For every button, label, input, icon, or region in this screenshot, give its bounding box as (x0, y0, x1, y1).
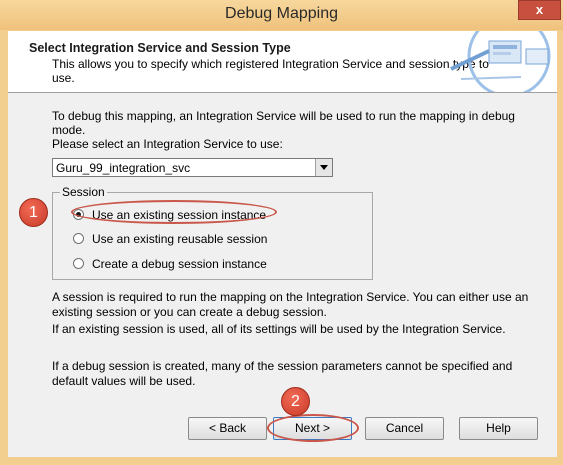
note-debug-session: If a debug session is created, many of t… (52, 359, 513, 388)
window-title: Debug Mapping (225, 5, 338, 22)
help-button[interactable]: Help (459, 417, 538, 440)
integration-service-select[interactable]: Guru_99_integration_svc (52, 158, 333, 177)
note-session-required: A session is required to run the mapping… (52, 290, 529, 319)
radio-button[interactable] (73, 233, 84, 244)
wizard-graphic-icon (450, 31, 551, 92)
header-panel: Select Integration Service and Session T… (8, 31, 557, 93)
intro-text: To debug this mapping, an Integration Se… (52, 109, 522, 151)
close-button[interactable]: x (518, 0, 561, 20)
radio-label: Create a debug session instance (92, 257, 267, 271)
step-marker-1: 1 (19, 198, 48, 227)
radio-button[interactable] (73, 258, 84, 269)
page-title: Select Integration Service and Session T… (29, 41, 291, 55)
page-description: This allows you to specify which registe… (52, 57, 489, 85)
highlight-oval-next (267, 414, 359, 442)
radio-label: Use an existing reusable session (92, 232, 268, 246)
note-existing-session: If an existing session is used, all of i… (52, 322, 506, 336)
cancel-button[interactable]: Cancel (365, 417, 444, 440)
close-icon: x (535, 2, 544, 17)
integration-service-value: Guru_99_integration_svc (56, 161, 191, 175)
intro-line: To debug this mapping, an Integration Se… (52, 109, 515, 151)
step-marker-2: 2 (281, 387, 310, 416)
title-bar[interactable]: Debug Mapping x (0, 0, 563, 30)
session-legend: Session (60, 185, 107, 199)
back-button[interactable]: < Back (188, 417, 267, 440)
highlight-oval-option (71, 200, 277, 224)
chevron-down-icon[interactable] (315, 159, 332, 176)
